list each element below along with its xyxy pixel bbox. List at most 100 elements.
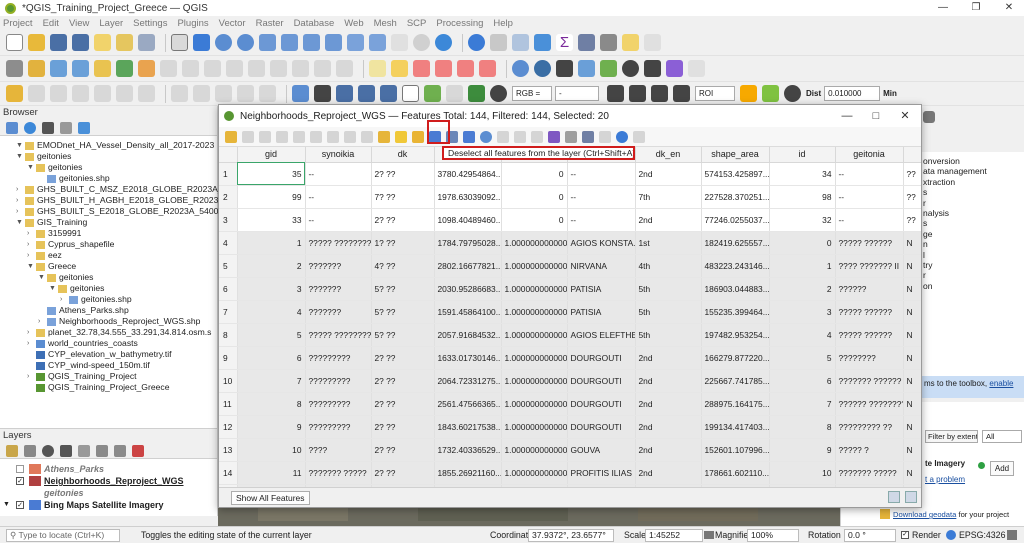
browser-item[interactable]: › world_countries_coasts (0, 338, 217, 349)
table-cell[interactable]: 35 (237, 162, 306, 186)
scp-cursor-icon[interactable] (490, 85, 507, 102)
digitize-icon[interactable] (182, 60, 199, 77)
new-project-icon[interactable] (6, 34, 23, 51)
menu-project[interactable]: Project (3, 18, 33, 29)
table-cell[interactable]: 186903.044883... (701, 277, 770, 301)
expand-arrow-icon[interactable]: ▼ (16, 151, 23, 162)
row-header[interactable]: 3 (219, 208, 238, 232)
label-move-icon[interactable] (435, 60, 452, 77)
table-cell[interactable]: ????????? (305, 346, 372, 370)
table-cell[interactable]: 33 (237, 208, 306, 232)
scp-tool-4-icon[interactable] (673, 85, 690, 102)
select-arrow-icon[interactable] (314, 85, 331, 102)
table-cell[interactable]: ????? ????????? (305, 323, 372, 347)
table-cell[interactable]: 1855.26921160... (434, 461, 502, 485)
table-cell[interactable]: 2 (769, 277, 836, 301)
scp-roi-icon[interactable] (740, 85, 757, 102)
table-row[interactable]: 6 3??????? 5? ?? 2030.95286683... 1.00000000… (219, 277, 921, 301)
table-row[interactable]: 10 7????????? 2? ?? 2064.72331275... 1.00000… (219, 369, 921, 393)
scp-band-icon[interactable] (468, 85, 485, 102)
table-cell[interactable]: 2 (237, 254, 306, 278)
scale-field[interactable]: 1:45252 (645, 529, 703, 542)
table-cell[interactable]: 7th (635, 185, 702, 209)
table-cell[interactable]: 1.000000000000... (501, 415, 568, 439)
table-cell[interactable]: 2nd (635, 461, 702, 485)
table-cell[interactable]: 288975.164175... (701, 392, 770, 416)
table-cell[interactable]: 4th (635, 254, 702, 278)
table-cell[interactable]: ?? (903, 185, 921, 209)
maximize-button[interactable]: ❐ (961, 0, 991, 16)
table-cell[interactable]: -- (567, 162, 636, 186)
table-row[interactable]: 12 9????????? 2? ?? 1843.60217538... 1.00000… (219, 415, 921, 439)
browser-collapse-icon[interactable] (60, 121, 72, 134)
browser-item[interactable]: ▼ Greece (0, 261, 217, 272)
table-cell[interactable]: N (903, 323, 921, 347)
table-cell[interactable]: 1.000000000000... (501, 300, 568, 324)
row-header[interactable]: 12 (219, 415, 238, 439)
magnifier-field[interactable]: 100% (747, 529, 799, 542)
table-cell[interactable]: N (903, 346, 921, 370)
table-cell[interactable]: 4? ?? (371, 254, 435, 278)
collapse-arrow-icon[interactable]: › (16, 195, 18, 206)
browser-item[interactable]: › QGIS_Training_Project (0, 371, 217, 382)
table-cell[interactable]: 6 (769, 369, 836, 393)
browser-item[interactable]: CYP_elevation_w_bathymetry.tif (0, 349, 217, 360)
table-cell[interactable]: 2nd (635, 346, 702, 370)
table-cell[interactable]: N (903, 438, 921, 462)
table-cell[interactable]: 483223.243146... (701, 254, 770, 278)
form-view-icon[interactable] (888, 491, 900, 503)
merge-icon[interactable] (193, 85, 210, 102)
collapse-arrow-icon[interactable]: › (16, 206, 18, 217)
column-header[interactable]: gid (237, 147, 306, 163)
table-cell[interactable]: -- (835, 162, 904, 186)
more-tools-icon[interactable] (644, 34, 661, 51)
table-cell[interactable]: 7? ?? (371, 185, 435, 209)
layout-icon[interactable] (94, 34, 111, 51)
table-cell[interactable]: 0 (769, 231, 836, 255)
table-cell[interactable]: 2? ?? (371, 208, 435, 232)
collapse-arrow-icon[interactable]: › (27, 228, 29, 239)
remove-layer-icon[interactable] (132, 444, 144, 457)
table-cell[interactable]: 0 (501, 208, 568, 232)
table-cell[interactable]: 0 (501, 185, 568, 209)
row-header[interactable]: 4 (219, 231, 238, 255)
table-cell[interactable]: 2064.72331275... (434, 369, 502, 393)
table-cell[interactable]: 5 (769, 346, 836, 370)
menu-view[interactable]: View (69, 18, 89, 29)
label-rotate-icon[interactable] (457, 60, 474, 77)
expand-arrow-icon[interactable]: ▼ (16, 217, 23, 228)
browser-refresh-icon[interactable] (24, 121, 36, 134)
collapse-arrow-icon[interactable]: › (27, 327, 29, 338)
table-cell[interactable]: ???????? (835, 346, 904, 370)
table-cell[interactable]: ?? (903, 162, 921, 186)
enable-link[interactable]: enable (989, 379, 1013, 388)
add-ring-icon[interactable] (94, 85, 111, 102)
actions-icon[interactable] (582, 130, 594, 143)
advanced-digitize-icon[interactable] (28, 85, 45, 102)
browser-item[interactable]: ▼ EMODnet_HA_Vessel_Density_all_2017-2023 (0, 140, 217, 151)
table-cell[interactable]: 9 (237, 415, 306, 439)
table-cell[interactable]: 2? ?? (371, 162, 435, 186)
scp-tool-2-icon[interactable] (629, 85, 646, 102)
column-header[interactable] (903, 147, 921, 163)
coordinate-field[interactable]: 37.9372°, 23.6577° (528, 529, 614, 542)
browser-item[interactable]: ▼ geitonies (0, 283, 217, 294)
table-cell[interactable]: ????? ?????????... (305, 231, 372, 255)
pan-icon[interactable] (171, 34, 188, 51)
table-cell[interactable]: 1st (635, 231, 702, 255)
table-cell[interactable]: 2nd (635, 438, 702, 462)
table-cell[interactable]: DOURGOUTI (567, 346, 636, 370)
dialog-minimize-button[interactable]: — (834, 107, 860, 125)
select-polygon-icon[interactable] (336, 85, 353, 102)
row-header[interactable]: 1 (219, 162, 238, 186)
table-cell[interactable]: 4 (237, 300, 306, 324)
table-cell[interactable]: 2? ?? (371, 392, 435, 416)
row-header[interactable]: 6 (219, 277, 238, 301)
table-cell[interactable]: 1.000000000000... (501, 438, 568, 462)
browser-properties-icon[interactable] (78, 121, 90, 134)
table-cell[interactable]: 225667.741785... (701, 369, 770, 393)
menu-vector[interactable]: Vector (219, 18, 246, 29)
label-tool-icon[interactable] (369, 60, 386, 77)
collapse-arrow-icon[interactable]: › (27, 371, 29, 382)
table-cell[interactable]: ????????? ?? (835, 415, 904, 439)
